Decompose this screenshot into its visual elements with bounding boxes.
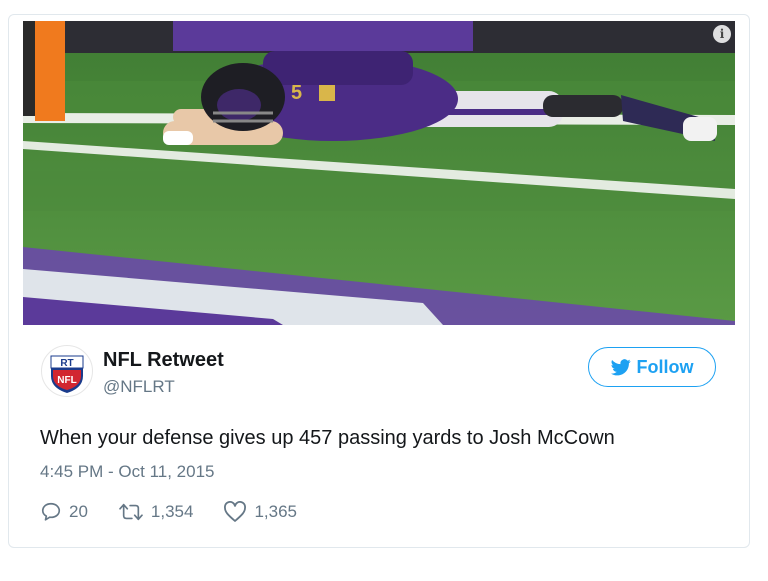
- retweet-count: 1,354: [150, 502, 194, 521]
- svg-text:RT: RT: [60, 358, 73, 369]
- author-handle[interactable]: @NFLRT: [103, 377, 175, 397]
- nfl-retweet-logo: RT NFL: [50, 355, 84, 393]
- tweet-photo[interactable]: 5 i: [23, 21, 735, 325]
- reply-icon: [41, 502, 61, 521]
- reply-count: 20: [69, 502, 88, 521]
- like-count: 1,365: [254, 502, 298, 521]
- like-action[interactable]: 1,365: [223, 501, 297, 523]
- follow-label: Follow: [636, 356, 694, 377]
- follow-button[interactable]: Follow: [588, 347, 716, 387]
- svg-text:5: 5: [291, 82, 302, 104]
- football-field-photo: 5: [23, 21, 735, 325]
- author-name[interactable]: NFL Retweet: [103, 349, 224, 372]
- heart-icon: [224, 501, 247, 522]
- retweet-icon: [119, 503, 143, 521]
- tweet-text: When your defense gives up 457 passing y…: [40, 427, 615, 449]
- tweet-actions: 20 1,354 1,365: [40, 499, 327, 525]
- svg-text:NFL: NFL: [57, 375, 76, 386]
- reply-action[interactable]: 20: [40, 501, 88, 523]
- tweet-timestamp[interactable]: 4:45 PM - Oct 11, 2015: [40, 462, 215, 482]
- retweet-action[interactable]: 1,354: [118, 501, 194, 523]
- info-icon[interactable]: i: [713, 25, 731, 43]
- twitter-bird-icon: [610, 358, 631, 376]
- embedded-tweet-card: 5 i RT NFL NFL Retweet @NFLRT Follow Whe…: [8, 14, 750, 548]
- avatar[interactable]: RT NFL: [41, 345, 93, 397]
